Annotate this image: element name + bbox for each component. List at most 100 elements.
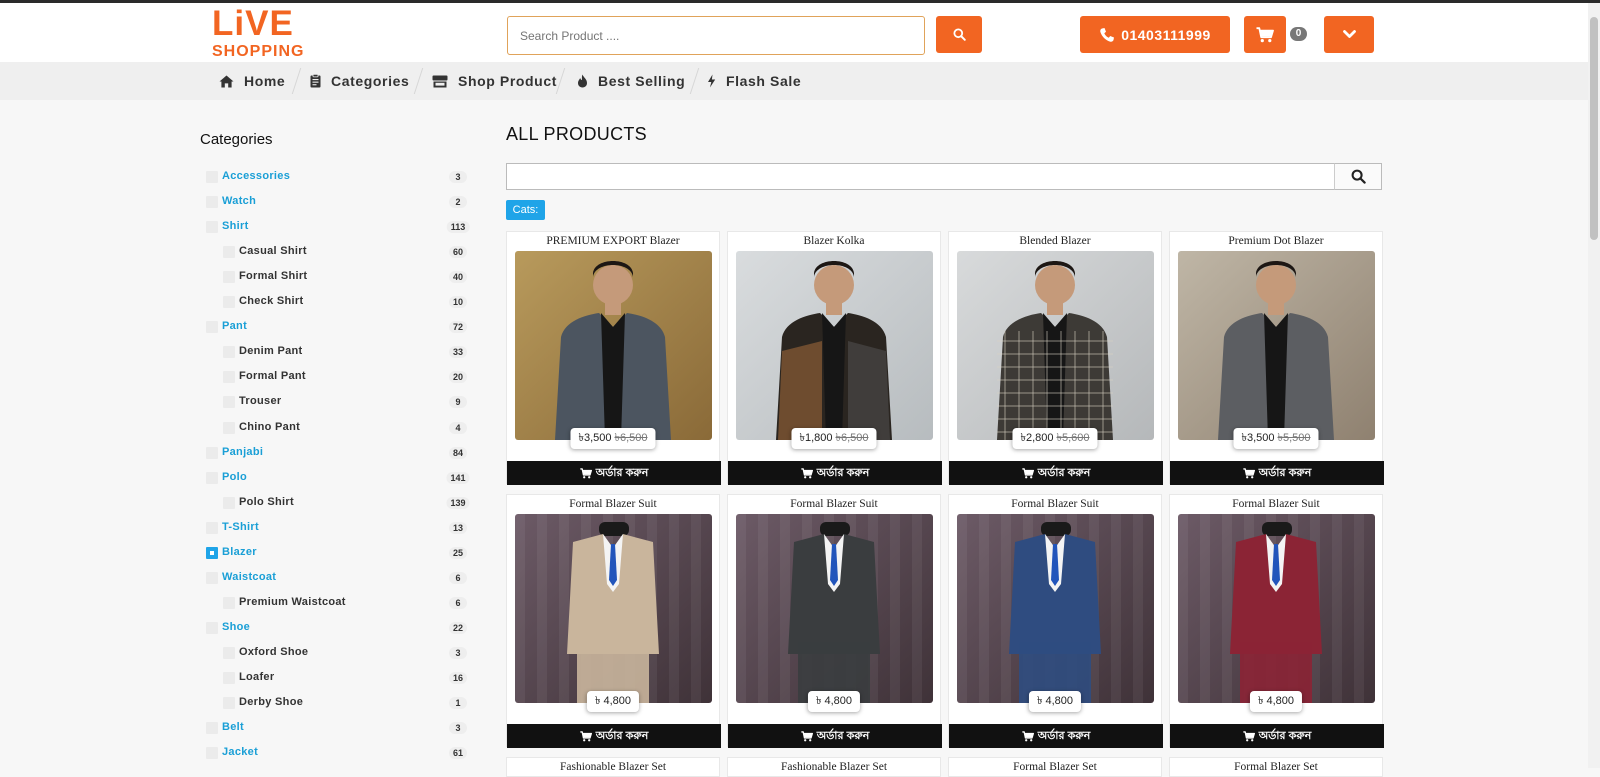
category-item[interactable]: Waistcoat 6 <box>0 566 480 590</box>
category-label[interactable]: Formal Pant <box>239 370 306 382</box>
phone-button[interactable]: 01403111999 <box>1080 16 1230 53</box>
cart-button[interactable] <box>1244 16 1286 53</box>
scrollbar-thumb[interactable] <box>1590 17 1598 240</box>
nav-categories[interactable]: Categories <box>310 62 409 100</box>
category-checkbox[interactable] <box>206 171 218 183</box>
product-card[interactable]: Formal Blazer Set <box>948 757 1162 777</box>
category-checkbox[interactable] <box>223 396 235 409</box>
product-name[interactable]: Formal Blazer Suit <box>728 498 940 510</box>
category-label[interactable]: Chino Pant <box>239 421 300 433</box>
order-button[interactable]: অর্ডার করুন <box>507 724 721 748</box>
product-card[interactable]: Formal Blazer Suit ৳ 4,800 অর্ডার করুন <box>506 494 721 748</box>
category-checkbox[interactable] <box>223 496 235 509</box>
order-button[interactable]: অর্ডার করুন <box>1170 461 1384 485</box>
order-button[interactable]: অর্ডার করুন <box>949 461 1163 485</box>
category-checkbox[interactable] <box>223 646 235 659</box>
category-checkbox[interactable] <box>206 571 218 584</box>
product-search-input[interactable] <box>506 163 1335 190</box>
category-checkbox[interactable] <box>223 596 235 609</box>
category-item[interactable]: Oxford Shoe 3 <box>0 641 480 665</box>
product-image[interactable] <box>736 251 933 440</box>
category-checkbox[interactable] <box>223 246 235 259</box>
category-item[interactable]: Loafer 16 <box>0 666 480 690</box>
product-card[interactable]: Blazer Kolka ৳1,800 ৳6,500 অর্ডার করুন <box>727 231 942 485</box>
category-label[interactable]: Trouser <box>239 395 281 407</box>
category-item[interactable]: Formal Pant 20 <box>0 365 480 389</box>
category-item[interactable]: Polo 141 <box>0 466 480 490</box>
category-checkbox[interactable] <box>223 421 235 434</box>
category-checkbox[interactable] <box>206 446 218 459</box>
category-checkbox[interactable] <box>206 196 218 209</box>
nav-home[interactable]: Home <box>219 62 285 100</box>
category-item[interactable]: Formal Shirt 40 <box>0 265 480 289</box>
category-checkbox[interactable] <box>206 546 218 559</box>
product-name[interactable]: Formal Blazer Suit <box>507 498 719 510</box>
category-label[interactable]: Check Shirt <box>239 295 303 307</box>
category-label[interactable]: T-Shirt <box>222 521 259 533</box>
category-label[interactable]: Denim Pant <box>239 345 303 357</box>
category-label[interactable]: Polo <box>222 471 247 483</box>
product-card[interactable]: Blended Blazer ৳2,800 ৳5,600 অর্ডার করুন <box>948 231 1163 485</box>
product-search-button[interactable] <box>1334 163 1382 190</box>
category-label[interactable]: Shoe <box>222 621 250 633</box>
menu-dropdown-button[interactable] <box>1324 16 1374 53</box>
search-button[interactable] <box>936 16 982 53</box>
product-name[interactable]: Formal Blazer Set <box>949 761 1161 773</box>
category-item[interactable]: Jacket 61 <box>0 741 480 765</box>
category-item[interactable]: Casual Shirt 60 <box>0 240 480 264</box>
product-card[interactable]: Premium Dot Blazer ৳3,500 ৳5,500 অর্ডার করু… <box>1169 231 1384 485</box>
category-item[interactable]: Accessories 3 <box>0 165 480 189</box>
category-checkbox[interactable] <box>223 271 235 284</box>
category-item[interactable]: T-Shirt 13 <box>0 516 480 540</box>
category-label[interactable]: Polo Shirt <box>239 496 294 508</box>
category-item[interactable]: Derby Shoe 1 <box>0 691 480 715</box>
product-image[interactable] <box>515 514 712 703</box>
cats-filter-badge[interactable]: Cats: <box>506 200 545 220</box>
category-checkbox[interactable] <box>206 521 218 534</box>
order-button[interactable]: অর্ডার করুন <box>949 724 1163 748</box>
nav-best-selling[interactable]: Best Selling <box>577 62 685 100</box>
product-card[interactable]: Fashionable Blazer Set <box>727 757 941 777</box>
category-item[interactable]: Chino Pant 4 <box>0 416 480 440</box>
search-input[interactable] <box>507 16 925 55</box>
product-card[interactable]: Formal Blazer Suit ৳ 4,800 অর্ডার করুন <box>948 494 1163 748</box>
page-scrollbar[interactable] <box>1588 3 1600 768</box>
product-card[interactable]: Formal Blazer Suit ৳ 4,800 অর্ডার করুন <box>727 494 942 748</box>
product-card[interactable]: Formal Blazer Set <box>1169 757 1383 777</box>
order-button[interactable]: অর্ডার করুন <box>1170 724 1384 748</box>
product-name[interactable]: Blazer Kolka <box>728 235 940 247</box>
category-item[interactable]: Panjabi 84 <box>0 441 480 465</box>
product-image[interactable] <box>1178 251 1375 440</box>
product-image[interactable] <box>736 514 933 703</box>
category-checkbox[interactable] <box>223 697 235 710</box>
category-checkbox[interactable] <box>206 722 218 735</box>
product-name[interactable]: Fashionable Blazer Set <box>728 761 940 773</box>
product-name[interactable]: PREMIUM EXPORT Blazer <box>507 235 719 247</box>
product-card[interactable]: Fashionable Blazer Set <box>506 757 720 777</box>
product-image[interactable] <box>957 514 1154 703</box>
category-label[interactable]: Watch <box>222 195 256 207</box>
order-button[interactable]: অর্ডার করুন <box>728 461 942 485</box>
category-checkbox[interactable] <box>223 371 235 384</box>
category-label[interactable]: Formal Shirt <box>239 270 307 282</box>
product-name[interactable]: Premium Dot Blazer <box>1170 235 1382 247</box>
category-label[interactable]: Oxford Shoe <box>239 646 308 658</box>
category-label[interactable]: Jacket <box>222 746 258 758</box>
category-checkbox[interactable] <box>223 296 235 309</box>
product-card[interactable]: PREMIUM EXPORT Blazer ৳3,500 ৳6,500 অর্ডার … <box>506 231 721 485</box>
category-label[interactable]: Blazer <box>222 546 257 558</box>
order-button[interactable]: অর্ডার করুন <box>507 461 721 485</box>
category-item[interactable]: Watch 2 <box>0 190 480 214</box>
category-checkbox[interactable] <box>206 321 218 334</box>
category-checkbox[interactable] <box>206 621 218 634</box>
category-checkbox[interactable] <box>206 471 218 484</box>
category-checkbox[interactable] <box>206 221 218 234</box>
product-name[interactable]: Formal Blazer Suit <box>1170 498 1382 510</box>
category-item[interactable]: Denim Pant 33 <box>0 340 480 364</box>
nav-flash-sale[interactable]: Flash Sale <box>707 62 801 100</box>
category-label[interactable]: Loafer <box>239 671 274 683</box>
nav-shop-product[interactable]: Shop Product <box>432 62 557 100</box>
product-name[interactable]: Fashionable Blazer Set <box>507 761 719 773</box>
category-label[interactable]: Pant <box>222 320 247 332</box>
product-image[interactable] <box>1178 514 1375 703</box>
